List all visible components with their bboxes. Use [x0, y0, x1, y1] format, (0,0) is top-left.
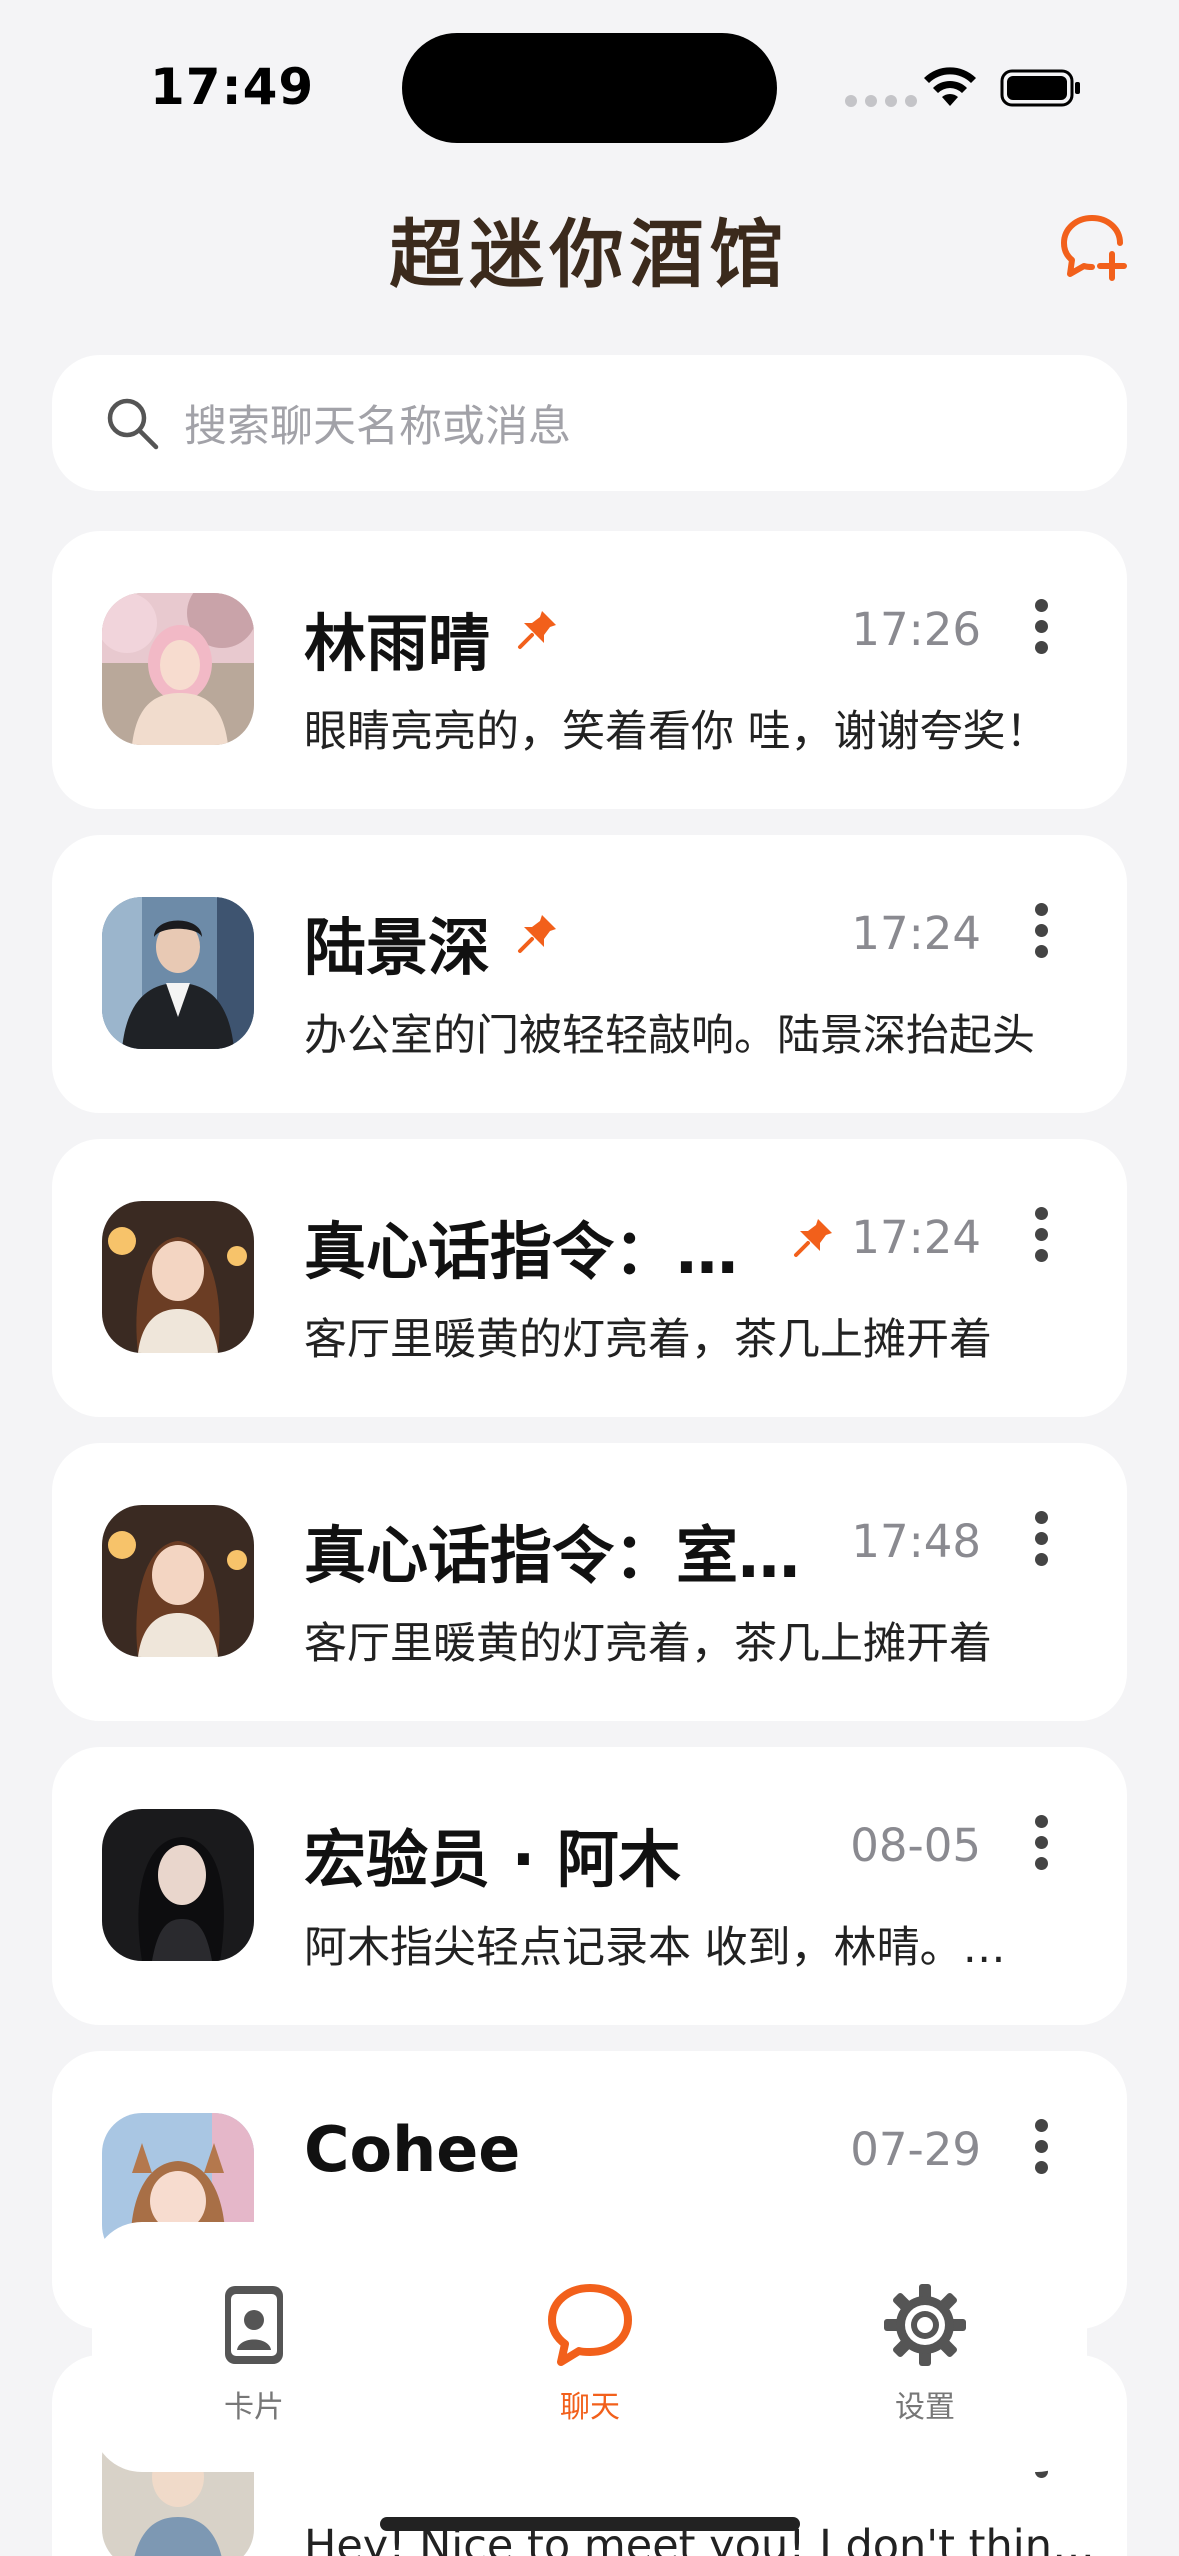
avatar — [102, 593, 254, 745]
tab-bar: 卡片 聊天 设置 — [92, 2222, 1087, 2472]
chat-name: Cohee — [304, 2113, 521, 2186]
tab-settings[interactable]: 设置 — [825, 2280, 1025, 2426]
chat-name: 宏验员 · 阿木 — [304, 1823, 681, 1896]
id-card-icon — [225, 2286, 283, 2364]
chat-name: 真心话指令：… — [304, 1215, 739, 1288]
chat-bubble-icon — [548, 2284, 632, 2366]
tab-label: 卡片 — [224, 2390, 284, 2425]
chat-list-item[interactable]: 真心话指令：… 17:24 客厅里暖黄的灯亮着，茶几上摊开着 — [52, 1139, 1127, 1417]
chat-preview: 客厅里暖黄的灯亮着，茶几上摊开着 — [304, 1619, 992, 1669]
search-bar[interactable]: 搜索聊天名称或消息 — [52, 355, 1127, 491]
tab-cards[interactable]: 卡片 — [154, 2280, 354, 2426]
chat-time: 17:24 — [851, 1211, 981, 1264]
home-indicator — [380, 2517, 800, 2531]
more-options-icon[interactable] — [1033, 1511, 1049, 1567]
tab-label: 设置 — [895, 2390, 955, 2425]
battery-icon — [1000, 69, 1080, 107]
avatar — [102, 1201, 254, 1353]
tab-label: 聊天 — [560, 2390, 620, 2425]
chat-list-item[interactable]: 真心话指令：室… 17:48 客厅里暖黄的灯亮着，茶几上摊开着 — [52, 1443, 1127, 1721]
chat-time: 17:26 — [851, 603, 981, 656]
dynamic-island — [402, 33, 777, 143]
chat-list-item[interactable]: 陆景深 17:24 办公室的门被轻轻敲响。陆景深抬起头 — [52, 835, 1127, 1113]
more-options-icon[interactable] — [1033, 1815, 1049, 1871]
chat-list-item[interactable]: 宏验员 · 阿木 08-05 阿木指尖轻点记录本 收到，林晴。… — [52, 1747, 1127, 2025]
chat-list-item[interactable]: 林雨晴 17:26 眼睛亮亮的，笑着看你 哇，谢谢夸奖！ — [52, 531, 1127, 809]
more-options-icon[interactable] — [1033, 2119, 1049, 2175]
cellular-signal-icon — [845, 95, 917, 107]
page-title: 超迷你酒馆 — [389, 212, 790, 298]
chat-preview: 办公室的门被轻轻敲响。陆景深抬起头 — [304, 1011, 1035, 1061]
tab-chat[interactable]: 聊天 — [490, 2280, 690, 2426]
gear-icon — [884, 2284, 966, 2366]
pin-icon — [518, 611, 556, 649]
pin-icon — [794, 1219, 832, 1257]
more-options-icon[interactable] — [1033, 1207, 1049, 1263]
status-bar: 17:49 — [0, 0, 1179, 170]
search-icon — [107, 398, 159, 450]
status-time: 17:49 — [150, 58, 315, 116]
wifi-icon — [924, 67, 976, 106]
more-options-icon[interactable] — [1033, 903, 1049, 959]
chat-preview: 阿木指尖轻点记录本 收到，林晴。… — [304, 1923, 1006, 1973]
chat-time: 08-05 — [850, 1819, 981, 1872]
search-input[interactable]: 搜索聊天名称或消息 — [184, 392, 571, 454]
more-options-icon[interactable] — [1033, 599, 1049, 655]
chat-preview: 客厅里暖黄的灯亮着，茶几上摊开着 — [304, 1315, 992, 1365]
chat-name: 陆景深 — [304, 911, 491, 984]
avatar — [102, 1505, 254, 1657]
chat-preview: 眼睛亮亮的，笑着看你 哇，谢谢夸奖！ — [304, 707, 1049, 757]
pin-icon — [518, 915, 556, 953]
avatar — [102, 897, 254, 1049]
chat-time: 07-29 — [850, 2123, 981, 2176]
chat-time: 17:24 — [851, 907, 981, 960]
chat-time: 17:48 — [851, 1515, 981, 1568]
chat-plus-icon[interactable] — [1058, 210, 1130, 282]
chat-name: 林雨晴 — [304, 607, 491, 680]
chat-name: 真心话指令：室… — [304, 1519, 801, 1592]
avatar — [102, 1809, 254, 1961]
